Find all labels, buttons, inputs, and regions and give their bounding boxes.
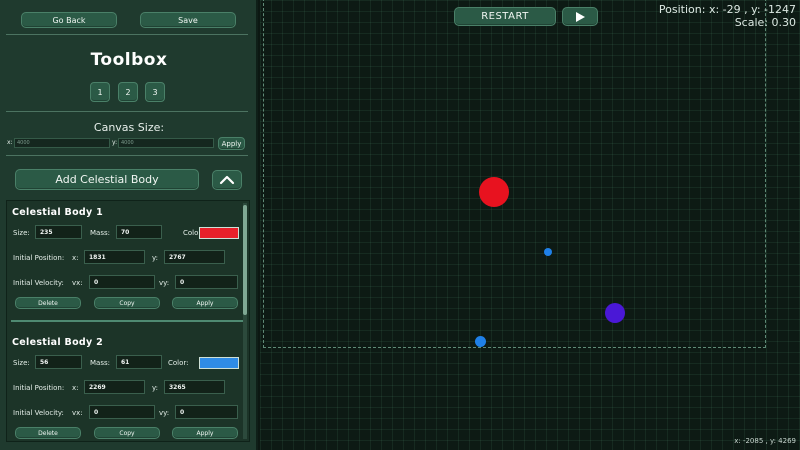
celestial-body-title: Celestial Body 2 (12, 337, 104, 348)
velocity-x-input[interactable]: 0 (89, 275, 155, 289)
simulation-canvas[interactable]: RESTART Position: x: -29 , y: -1247 Scal… (260, 0, 800, 450)
canvas-size-label: Canvas Size: (93, 121, 165, 134)
initial-position-label: Initial Position: (13, 384, 65, 392)
restart-button[interactable]: RESTART (454, 7, 556, 26)
position-y-input[interactable]: 3265 (164, 380, 225, 394)
vy-label: vy: (159, 409, 170, 417)
toolbox-sidebar: Go Back Save Toolbox 1 2 3 Canvas Size: … (0, 0, 258, 450)
celestial-body-list: Celestial Body 1 Size: 235 Mass: 70 Colo… (6, 200, 250, 442)
position-x-input[interactable]: 2269 (84, 380, 145, 394)
celestial-body-title: Celestial Body 1 (12, 207, 104, 218)
scale-readout: Scale: 0.30 (734, 16, 796, 29)
apply-button[interactable]: Apply (172, 427, 238, 439)
initial-position-label: Initial Position: (13, 254, 65, 262)
canvas-size-apply-button[interactable]: Apply (218, 137, 245, 150)
position-x-input[interactable]: 1831 (84, 250, 145, 264)
initial-velocity-label: Initial Velocity: (13, 279, 64, 287)
divider (6, 34, 248, 35)
apply-button[interactable]: Apply (172, 297, 238, 309)
add-celestial-body-button[interactable]: Add Celestial Body (15, 169, 199, 190)
y-label: y: (152, 384, 158, 392)
celestial-body-card: Celestial Body 1 Size: 235 Mass: 70 Colo… (7, 201, 245, 323)
delete-button[interactable]: Delete (15, 297, 81, 309)
mass-label: Mass: (90, 229, 110, 237)
canvas-y-label: y: (112, 139, 118, 146)
vy-label: vy: (159, 279, 170, 287)
mass-label: Mass: (90, 359, 110, 367)
scrollbar-thumb[interactable] (243, 205, 247, 315)
delete-button[interactable]: Delete (15, 427, 81, 439)
go-back-button[interactable]: Go Back (21, 12, 117, 28)
velocity-x-input[interactable]: 0 (89, 405, 155, 419)
velocity-y-input[interactable]: 0 (175, 405, 238, 419)
position-y-input[interactable]: 2767 (164, 250, 225, 264)
canvas-boundary (263, 0, 766, 348)
canvas-width-input[interactable]: 4000 (14, 138, 110, 148)
tab-1[interactable]: 1 (90, 82, 110, 102)
mass-input[interactable]: 61 (116, 355, 162, 369)
velocity-y-input[interactable]: 0 (175, 275, 238, 289)
save-button[interactable]: Save (140, 12, 236, 28)
chevron-up-icon (219, 175, 235, 185)
toolbox-title: Toolbox (90, 50, 168, 70)
size-label: Size: (13, 229, 30, 237)
size-input[interactable]: 56 (35, 355, 82, 369)
collapse-button[interactable] (212, 170, 242, 190)
mass-input[interactable]: 70 (116, 225, 162, 239)
x-label: x: (72, 254, 79, 262)
cursor-coordinates: x: -2085 , y: 4269 (734, 437, 796, 445)
color-label: Color: (168, 359, 189, 367)
copy-button[interactable]: Copy (94, 297, 160, 309)
canvas-height-input[interactable]: 4000 (118, 138, 214, 148)
celestial-body-blue-small[interactable] (544, 248, 552, 256)
vx-label: vx: (72, 409, 83, 417)
divider (6, 155, 248, 156)
play-icon (576, 11, 585, 22)
position-scale-readout: Position: x: -29 , y: -1247 Scale: 0.30 (659, 3, 796, 29)
celestial-body-blue[interactable] (475, 336, 486, 347)
scrollbar[interactable] (243, 203, 247, 439)
copy-button[interactable]: Copy (94, 427, 160, 439)
canvas-x-label: x: (7, 139, 13, 146)
vx-label: vx: (72, 279, 83, 287)
tab-3[interactable]: 3 (145, 82, 165, 102)
celestial-body-purple[interactable] (605, 303, 625, 323)
celestial-body-red[interactable] (479, 177, 509, 207)
color-swatch[interactable] (199, 357, 239, 369)
play-button[interactable] (562, 7, 598, 26)
divider (6, 111, 248, 112)
x-label: x: (72, 384, 79, 392)
initial-velocity-label: Initial Velocity: (13, 409, 64, 417)
size-label: Size: (13, 359, 30, 367)
y-label: y: (152, 254, 158, 262)
divider (11, 320, 243, 322)
size-input[interactable]: 235 (35, 225, 82, 239)
position-readout: Position: x: -29 , y: -1247 (658, 3, 796, 16)
celestial-body-card: Celestial Body 2 Size: 56 Mass: 61 Color… (7, 331, 245, 441)
tab-2[interactable]: 2 (118, 82, 138, 102)
color-swatch[interactable] (199, 227, 239, 239)
